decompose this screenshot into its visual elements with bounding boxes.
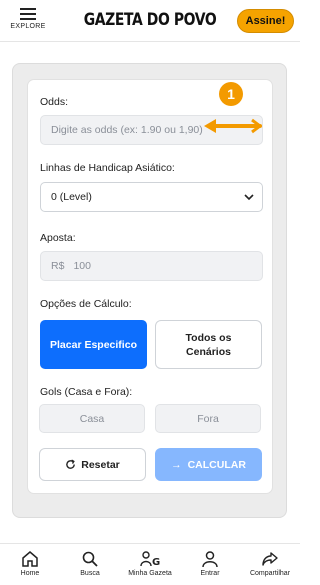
handicap-select[interactable]: 0 (Level) bbox=[40, 182, 263, 212]
user-icon bbox=[202, 551, 218, 568]
bet-input[interactable]: R$ 100 bbox=[40, 251, 263, 281]
home-icon bbox=[22, 551, 38, 567]
nav-item-home[interactable]: Home bbox=[0, 544, 60, 585]
reset-label: Resetar bbox=[81, 458, 120, 471]
calc-options-label: Opções de Cálculo: bbox=[40, 298, 132, 310]
bet-value: 100 bbox=[73, 260, 91, 272]
calculate-label: CALCULAR bbox=[187, 458, 246, 471]
all-scenarios-button[interactable]: Todos os Cenários bbox=[155, 320, 262, 369]
nav-item-share[interactable]: Compartilhar bbox=[240, 544, 300, 585]
top-header: EXPLORE GAZETA DO POVO Assine! bbox=[0, 0, 300, 42]
nav-item-login[interactable]: Entrar bbox=[180, 544, 240, 585]
chevron-down-icon bbox=[244, 194, 254, 201]
nav-label-home: Home bbox=[20, 570, 40, 577]
step-badge: 1 bbox=[219, 82, 243, 106]
nav-item-my-gazeta[interactable]: G Minha Gazeta bbox=[120, 544, 180, 585]
search-icon bbox=[82, 551, 98, 567]
svg-text:G: G bbox=[152, 557, 160, 568]
bottom-navigation: Home Busca G Minha Gazeta Entrar Compart… bbox=[0, 543, 300, 585]
refresh-icon bbox=[66, 459, 76, 469]
home-goals-input[interactable]: Casa bbox=[39, 404, 145, 433]
nav-label-share: Compartilhar bbox=[249, 570, 291, 577]
handicap-label: Linhas de Handicap Asiático: bbox=[40, 162, 175, 174]
calculate-button[interactable]: → CALCULAR bbox=[155, 448, 262, 481]
my-gazeta-icon: G bbox=[140, 551, 160, 568]
odds-label: Odds: bbox=[40, 96, 69, 108]
arrow-right-icon: → bbox=[171, 458, 182, 471]
pointer-arrow-icon bbox=[204, 118, 262, 134]
away-goals-input[interactable]: Fora bbox=[155, 404, 261, 433]
nav-label-my-gazeta: Minha Gazeta bbox=[128, 570, 172, 577]
specific-score-button[interactable]: Placar Especifico bbox=[40, 320, 147, 369]
handicap-selected-value: 0 (Level) bbox=[51, 191, 92, 203]
nav-item-search[interactable]: Busca bbox=[60, 544, 120, 585]
reset-button[interactable]: Resetar bbox=[39, 448, 146, 481]
subscribe-button[interactable]: Assine! bbox=[237, 9, 294, 33]
currency-prefix: R$ bbox=[51, 260, 65, 272]
nav-label-search: Busca bbox=[80, 570, 100, 577]
nav-label-login: Entrar bbox=[200, 570, 220, 577]
share-icon bbox=[262, 552, 278, 566]
goals-label: Gols (Casa e Fora): bbox=[40, 386, 133, 398]
bet-label: Aposta: bbox=[40, 232, 76, 244]
